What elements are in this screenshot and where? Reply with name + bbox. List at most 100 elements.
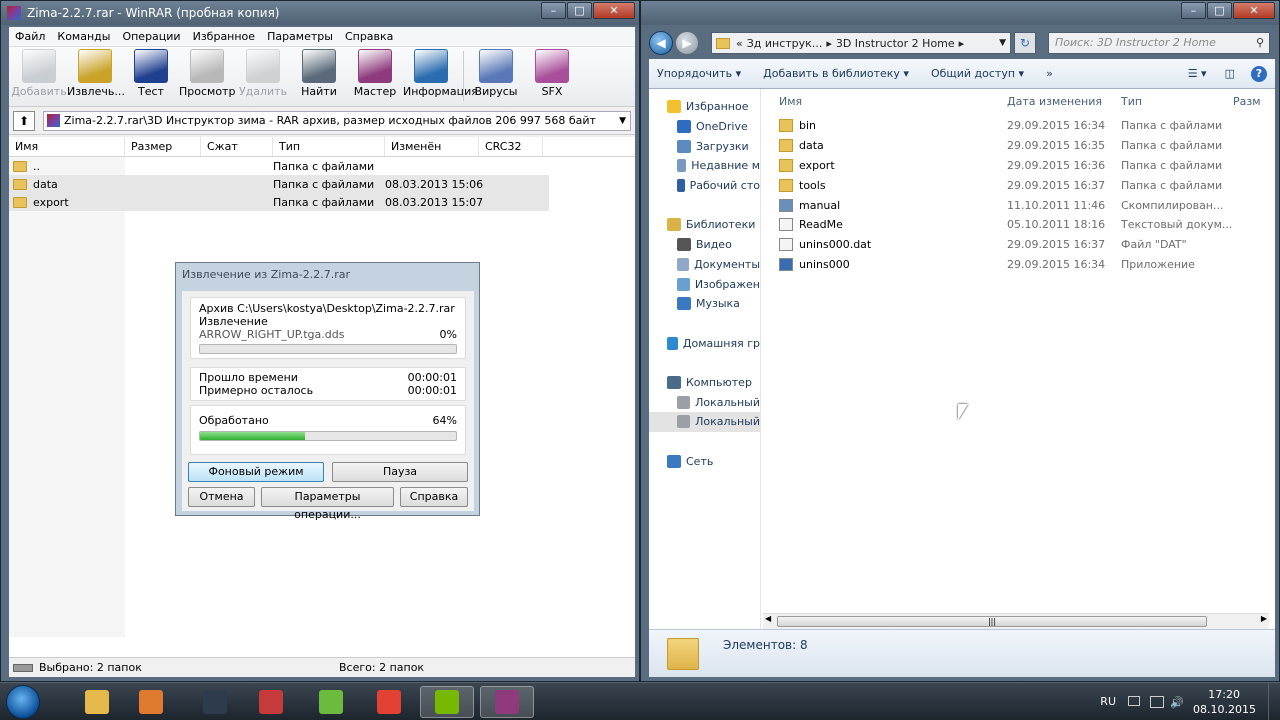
nav-item[interactable]: OneDrive	[649, 117, 760, 137]
nav-item[interactable]: Рабочий сто	[649, 176, 760, 196]
menu-file[interactable]: Файл	[9, 27, 51, 46]
nav-item[interactable]: Загрузки	[649, 136, 760, 156]
archive-path-box[interactable]: Zima-2.2.7.rar\3D Инструктор зима - RAR …	[43, 110, 631, 131]
col-size[interactable]: Размер	[125, 137, 201, 156]
table-row[interactable]: data Папка с файлами 08.03.2013 15:06	[9, 175, 549, 193]
toolbar-button-find[interactable]: Найти	[291, 47, 347, 105]
nav-item[interactable]: Локальный	[649, 392, 760, 412]
list-item[interactable]: export 29.09.2015 16:36 Папка с файлами	[763, 156, 1275, 176]
list-item[interactable]: manual 11.10.2011 11:46 Скомпилирован...	[763, 195, 1275, 215]
help-button[interactable]: Справка	[400, 487, 468, 507]
language-indicator[interactable]: RU	[1100, 695, 1116, 708]
refresh-icon[interactable]: ↻	[1014, 32, 1036, 54]
taskbar-app-steam[interactable]	[188, 686, 242, 718]
col-name[interactable]: Имя	[763, 95, 1007, 108]
help-icon[interactable]: ?	[1251, 65, 1267, 82]
nav-item[interactable]: Компьютер	[649, 373, 760, 393]
share-button[interactable]: Общий доступ ▾	[931, 67, 1024, 80]
nav-item[interactable]: Музыка	[649, 294, 760, 314]
nav-item[interactable]: Домашняя гр	[649, 333, 760, 353]
horizontal-scrollbar[interactable]: ◀ ||| ▶	[763, 613, 1269, 629]
nav-item[interactable]: Локальный	[649, 412, 760, 432]
volume-icon[interactable]: 🔊	[1170, 696, 1184, 709]
nav-item[interactable]: Избранное	[649, 97, 760, 117]
table-row[interactable]: export Папка с файлами 08.03.2013 15:07	[9, 193, 549, 211]
nav-item[interactable]: Изображен	[649, 274, 760, 294]
taskbar-app-media-player[interactable]	[124, 686, 178, 718]
list-item[interactable]: unins000.dat 29.09.2015 16:37 Файл "DAT"	[763, 235, 1275, 255]
clock-time[interactable]: 17:20	[1208, 688, 1240, 701]
up-folder-button[interactable]: ⬆	[13, 110, 35, 131]
tray-flag-icon[interactable]	[1128, 696, 1140, 706]
nav-item[interactable]: Документы	[649, 255, 760, 275]
clock-date[interactable]: 08.10.2015	[1193, 703, 1256, 716]
menu-operations[interactable]: Операции	[116, 27, 186, 46]
list-item[interactable]: bin 29.09.2015 16:34 Папка с файлами	[763, 116, 1275, 136]
col-name[interactable]: Имя	[9, 137, 125, 156]
toolbar-button-wizard[interactable]: Мастер	[347, 47, 403, 105]
toolbar-button-view[interactable]: Просмотр	[179, 47, 235, 105]
menu-commands[interactable]: Команды	[51, 27, 116, 46]
col-packed[interactable]: Сжат	[201, 137, 273, 156]
chevron-down-icon[interactable]: ▼	[619, 112, 626, 130]
col-type[interactable]: Тип	[273, 137, 385, 156]
minimize-button[interactable]: –	[1181, 2, 1206, 19]
pause-button[interactable]: Пауза	[332, 462, 468, 482]
maximize-button[interactable]: □	[1207, 2, 1232, 19]
explorer-titlebar[interactable]: – □ ✕	[641, 1, 1279, 25]
winrar-titlebar[interactable]: Zima-2.2.7.rar - WinRAR (пробная копия) …	[1, 1, 639, 25]
close-button[interactable]: ✕	[593, 2, 635, 19]
list-item[interactable]: data 29.09.2015 16:35 Папка с файлами	[763, 136, 1275, 156]
organize-button[interactable]: Упорядочить ▾	[657, 67, 741, 80]
operation-options-button[interactable]: Параметры операции...	[261, 487, 394, 521]
preview-pane-icon[interactable]: ◫	[1225, 67, 1235, 80]
close-button[interactable]: ✕	[1233, 2, 1275, 19]
show-desktop-button[interactable]	[1268, 683, 1280, 720]
toolbar-button-sfx[interactable]: SFX	[524, 47, 580, 105]
scrollbar-thumb[interactable]: |||	[777, 616, 1207, 627]
breadcrumb-item[interactable]: Зд инструк...	[747, 37, 823, 50]
list-item[interactable]: ReadMe 05.10.2011 18:16 Текстовый докум...	[763, 215, 1275, 235]
list-item[interactable]: tools 29.09.2015 16:37 Папка с файлами	[763, 175, 1275, 195]
col-crc32[interactable]: CRC32	[479, 137, 543, 156]
more-commands-button[interactable]: »	[1046, 67, 1053, 80]
scroll-right-icon[interactable]: ▶	[1261, 614, 1267, 623]
table-row[interactable]: .. Папка с файлами	[9, 157, 635, 175]
menu-help[interactable]: Справка	[339, 27, 399, 46]
col-modified[interactable]: Изменён	[385, 137, 479, 156]
nav-item[interactable]: Недавние м	[649, 156, 760, 176]
taskbar-app-utorrent[interactable]	[304, 686, 358, 718]
toolbar-button-info[interactable]: Информация	[403, 47, 478, 105]
address-bar[interactable]: « Зд инструк... ▸ 3D Instructor 2 Home ▸…	[711, 32, 1011, 54]
taskbar-app-chrome[interactable]	[362, 686, 416, 718]
toolbar-button-test[interactable]: Тест	[123, 47, 179, 105]
breadcrumb-overflow[interactable]: «	[736, 37, 743, 50]
add-to-library-button[interactable]: Добавить в библиотеку ▾	[763, 67, 909, 80]
menu-favorites[interactable]: Избранное	[187, 27, 261, 46]
extract-dialog-title[interactable]: Извлечение из Zima-2.2.7.rar	[176, 263, 479, 287]
toolbar-button-extract[interactable]: Извлечь...	[67, 47, 125, 105]
search-input[interactable]: Поиск: 3D Instructor 2 Home ⚲	[1048, 32, 1270, 54]
network-icon[interactable]	[1150, 696, 1164, 708]
cancel-button[interactable]: Отмена	[188, 487, 255, 507]
col-size[interactable]: Разм	[1233, 95, 1261, 108]
col-date[interactable]: Дата изменения	[1007, 95, 1121, 108]
taskbar-app-explorer[interactable]	[70, 686, 124, 718]
view-options-icon[interactable]: ☰ ▾	[1188, 67, 1207, 80]
maximize-button[interactable]: □	[567, 2, 592, 19]
start-button[interactable]	[6, 685, 40, 719]
nav-item[interactable]: Сеть	[649, 451, 760, 471]
nav-item[interactable]: Библиотеки	[649, 215, 760, 235]
toolbar-button-add-archive[interactable]: Добавить	[11, 47, 67, 105]
taskbar-app-winrar[interactable]	[480, 686, 534, 718]
breadcrumb-item[interactable]: 3D Instructor 2 Home	[836, 37, 955, 50]
taskbar-app-rubiks[interactable]	[244, 686, 298, 718]
scroll-left-icon[interactable]: ◀	[765, 614, 771, 623]
col-type[interactable]: Тип	[1121, 95, 1233, 108]
forward-arrow-icon[interactable]: ▶	[675, 31, 699, 55]
chevron-down-icon[interactable]: ▼	[999, 38, 1006, 48]
menu-options[interactable]: Параметры	[261, 27, 339, 46]
back-arrow-icon[interactable]: ◀	[649, 31, 673, 55]
taskbar-app-nvidia[interactable]	[420, 686, 474, 718]
list-item[interactable]: unins000 29.09.2015 16:34 Приложение	[763, 255, 1275, 275]
